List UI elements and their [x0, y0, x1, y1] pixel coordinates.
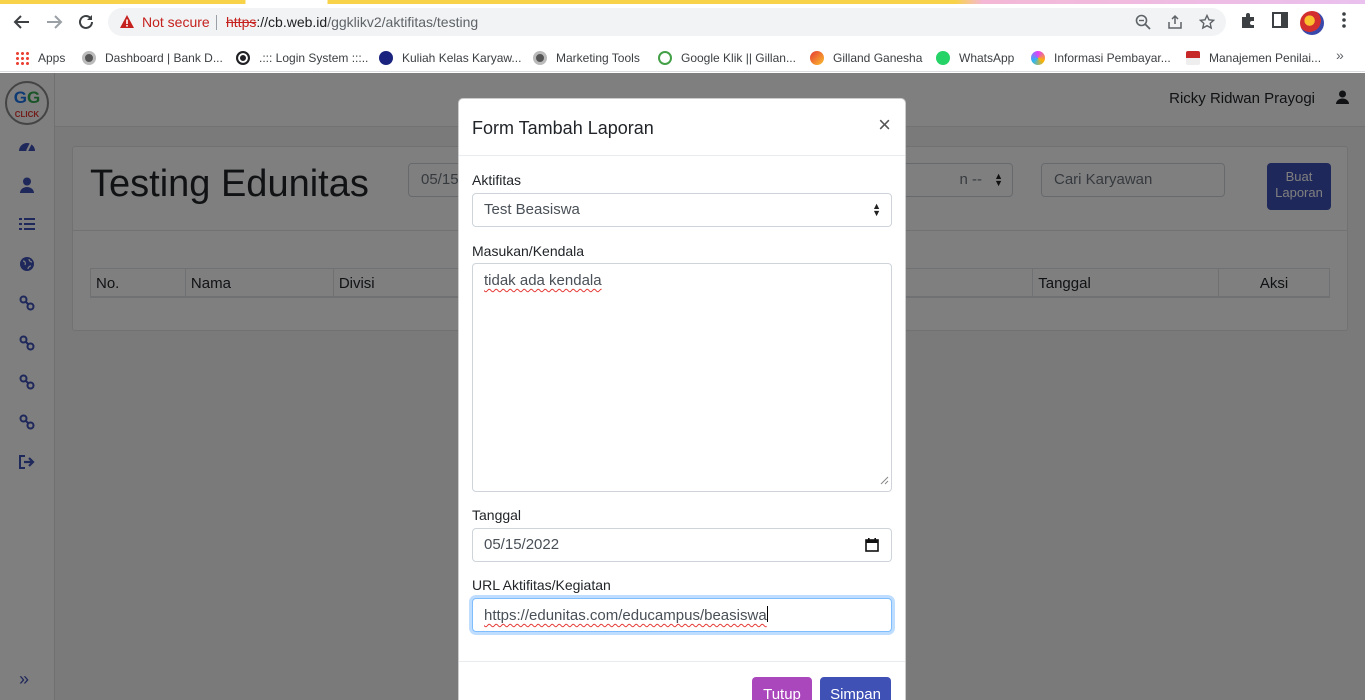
globe-icon — [236, 51, 250, 65]
bookmarks-overflow-icon[interactable]: » — [1336, 47, 1344, 63]
reload-icon[interactable] — [75, 11, 97, 33]
close-icon[interactable]: × — [878, 114, 891, 136]
mascot-icon — [82, 51, 96, 65]
address-divider — [216, 15, 217, 30]
bookmarks-bar: Apps Dashboard | Bank D... .::: Login Sy… — [0, 44, 1365, 72]
forward-icon[interactable] — [43, 11, 65, 33]
bookmark-google-klik[interactable]: Google Klik || Gillan... — [658, 48, 796, 68]
simpan-button[interactable]: Simpan — [820, 677, 891, 700]
side-panel-icon[interactable] — [1271, 11, 1289, 32]
text-cursor — [766, 606, 768, 622]
warning-icon — [119, 14, 135, 33]
bookmark-dashboard[interactable]: Dashboard | Bank D... — [82, 48, 223, 68]
bookmark-apps[interactable]: Apps — [15, 48, 65, 68]
graduation-cap-icon — [379, 51, 393, 65]
masukan-label: Masukan/Kendala — [472, 243, 585, 259]
ggclick-icon — [658, 51, 672, 65]
masukan-textarea[interactable]: tidak ada kendala — [472, 263, 892, 492]
aktifitas-label: Aktifitas — [472, 172, 522, 188]
profile-avatar[interactable] — [1300, 11, 1324, 35]
aktifitas-select[interactable]: Test Beasiswa ▲ ▼ — [472, 193, 892, 227]
mascot-icon — [533, 51, 547, 65]
url-label: URL Aktifitas/Kegiatan — [472, 577, 611, 593]
bookmark-manajemen-penilaian[interactable]: Manajemen Penilai... — [1186, 48, 1321, 68]
bookmark-whatsapp[interactable]: WhatsApp — [936, 48, 1014, 68]
modal-footer-divider — [459, 661, 905, 662]
flag-icon — [1186, 51, 1200, 65]
browser-toolbar: Not secure https://cb.web.id/ggklikv2/ak… — [0, 0, 1365, 44]
share-icon[interactable] — [1167, 14, 1183, 33]
select-caret-icon: ▲▼ — [872, 201, 881, 218]
whatsapp-icon — [936, 51, 950, 65]
modal-header: Form Tambah Laporan × — [459, 99, 905, 156]
tanggal-date-input[interactable]: 05/15/2022 — [472, 528, 892, 562]
not-secure-label: Not secure — [142, 14, 210, 30]
tutup-button[interactable]: Tutup — [752, 677, 812, 700]
bookmark-kuliah[interactable]: Kuliah Kelas Karyaw... — [379, 48, 521, 68]
form-tambah-laporan-modal: Form Tambah Laporan × Aktifitas Test Bea… — [458, 98, 906, 700]
modal-title: Form Tambah Laporan — [472, 118, 654, 138]
swirl-icon — [1031, 51, 1045, 65]
calendar-icon[interactable] — [865, 538, 879, 556]
tanggal-label: Tanggal — [472, 507, 522, 523]
star-icon[interactable] — [1198, 13, 1216, 33]
resize-handle-icon[interactable] — [880, 472, 889, 489]
bookmark-gilland-ganesha[interactable]: Gilland Ganesha — [810, 48, 922, 68]
zoom-icon[interactable] — [1135, 14, 1151, 33]
bookmark-login-system[interactable]: .::: Login System :::.. — [236, 48, 368, 68]
back-icon[interactable] — [11, 11, 33, 33]
bookmark-informasi-pembayaran[interactable]: Informasi Pembayar... — [1031, 48, 1171, 68]
bookmark-marketing-tools[interactable]: Marketing Tools — [533, 48, 640, 68]
address-bar[interactable]: Not secure https://cb.web.id/ggklikv2/ak… — [108, 8, 1226, 36]
apps-grid-icon — [15, 51, 29, 65]
gilland-icon — [810, 51, 824, 65]
menu-icon[interactable] — [1337, 11, 1351, 32]
extensions-icon[interactable] — [1239, 11, 1257, 32]
url-text: https://cb.web.id/ggklikv2/aktifitas/tes… — [226, 14, 479, 30]
url-input[interactable]: https://edunitas.com/educampus/beasiswa — [472, 598, 892, 632]
